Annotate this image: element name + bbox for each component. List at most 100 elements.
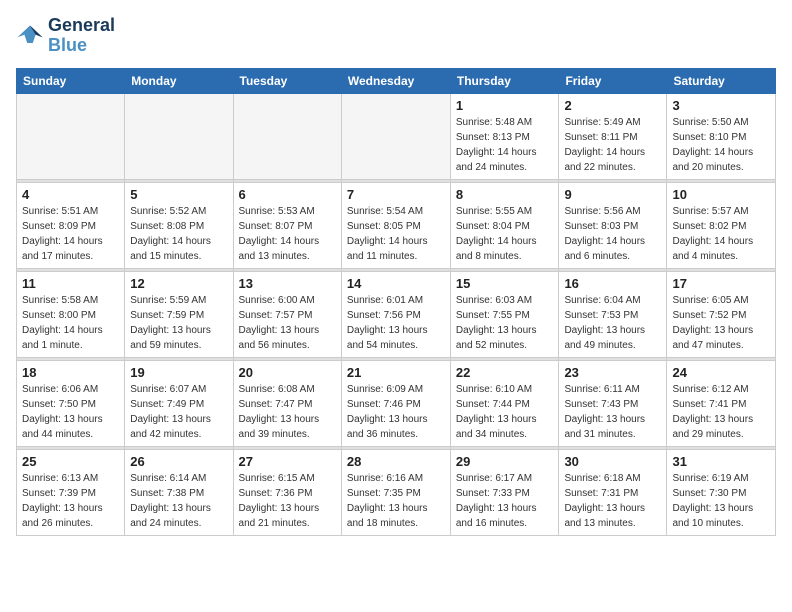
- day-number: 23: [564, 365, 661, 380]
- day-number: 29: [456, 454, 554, 469]
- day-number: 7: [347, 187, 445, 202]
- day-number: 31: [672, 454, 770, 469]
- day-info: Sunrise: 6:17 AM Sunset: 7:33 PM Dayligh…: [456, 471, 554, 531]
- calendar-day-cell: 6 Sunrise: 5:53 AM Sunset: 8:07 PM Dayli…: [233, 182, 341, 268]
- logo: General Blue: [16, 16, 115, 56]
- day-number: 30: [564, 454, 661, 469]
- day-info: Sunrise: 5:59 AM Sunset: 7:59 PM Dayligh…: [130, 293, 227, 353]
- calendar-day-cell: 13 Sunrise: 6:00 AM Sunset: 7:57 PM Dayl…: [233, 271, 341, 357]
- day-number: 22: [456, 365, 554, 380]
- day-info: Sunrise: 6:11 AM Sunset: 7:43 PM Dayligh…: [564, 382, 661, 442]
- weekday-header-friday: Friday: [559, 68, 667, 93]
- day-info: Sunrise: 5:50 AM Sunset: 8:10 PM Dayligh…: [672, 115, 770, 175]
- weekday-header-thursday: Thursday: [450, 68, 559, 93]
- calendar-day-cell: 17 Sunrise: 6:05 AM Sunset: 7:52 PM Dayl…: [667, 271, 776, 357]
- calendar-day-cell: 22 Sunrise: 6:10 AM Sunset: 7:44 PM Dayl…: [450, 360, 559, 446]
- calendar-day-cell: 20 Sunrise: 6:08 AM Sunset: 7:47 PM Dayl…: [233, 360, 341, 446]
- calendar-day-cell: 29 Sunrise: 6:17 AM Sunset: 7:33 PM Dayl…: [450, 449, 559, 535]
- day-number: 5: [130, 187, 227, 202]
- calendar-week-1: 1 Sunrise: 5:48 AM Sunset: 8:13 PM Dayli…: [17, 93, 776, 179]
- calendar-week-3: 11 Sunrise: 5:58 AM Sunset: 8:00 PM Dayl…: [17, 271, 776, 357]
- day-number: 17: [672, 276, 770, 291]
- calendar-day-cell: [125, 93, 233, 179]
- calendar-day-cell: [17, 93, 125, 179]
- day-info: Sunrise: 6:04 AM Sunset: 7:53 PM Dayligh…: [564, 293, 661, 353]
- calendar-day-cell: 14 Sunrise: 6:01 AM Sunset: 7:56 PM Dayl…: [341, 271, 450, 357]
- day-number: 11: [22, 276, 119, 291]
- calendar-day-cell: [341, 93, 450, 179]
- day-info: Sunrise: 6:03 AM Sunset: 7:55 PM Dayligh…: [456, 293, 554, 353]
- day-number: 1: [456, 98, 554, 113]
- logo-text: General Blue: [48, 16, 115, 56]
- calendar-day-cell: 10 Sunrise: 5:57 AM Sunset: 8:02 PM Dayl…: [667, 182, 776, 268]
- calendar-day-cell: 11 Sunrise: 5:58 AM Sunset: 8:00 PM Dayl…: [17, 271, 125, 357]
- calendar-day-cell: [233, 93, 341, 179]
- calendar-week-2: 4 Sunrise: 5:51 AM Sunset: 8:09 PM Dayli…: [17, 182, 776, 268]
- weekday-header-saturday: Saturday: [667, 68, 776, 93]
- calendar-day-cell: 7 Sunrise: 5:54 AM Sunset: 8:05 PM Dayli…: [341, 182, 450, 268]
- calendar-day-cell: 23 Sunrise: 6:11 AM Sunset: 7:43 PM Dayl…: [559, 360, 667, 446]
- calendar-day-cell: 8 Sunrise: 5:55 AM Sunset: 8:04 PM Dayli…: [450, 182, 559, 268]
- day-info: Sunrise: 5:58 AM Sunset: 8:00 PM Dayligh…: [22, 293, 119, 353]
- day-info: Sunrise: 5:52 AM Sunset: 8:08 PM Dayligh…: [130, 204, 227, 264]
- day-number: 24: [672, 365, 770, 380]
- calendar-day-cell: 9 Sunrise: 5:56 AM Sunset: 8:03 PM Dayli…: [559, 182, 667, 268]
- weekday-header-tuesday: Tuesday: [233, 68, 341, 93]
- calendar-day-cell: 12 Sunrise: 5:59 AM Sunset: 7:59 PM Dayl…: [125, 271, 233, 357]
- day-info: Sunrise: 6:12 AM Sunset: 7:41 PM Dayligh…: [672, 382, 770, 442]
- day-info: Sunrise: 6:18 AM Sunset: 7:31 PM Dayligh…: [564, 471, 661, 531]
- day-number: 21: [347, 365, 445, 380]
- calendar-day-cell: 2 Sunrise: 5:49 AM Sunset: 8:11 PM Dayli…: [559, 93, 667, 179]
- day-info: Sunrise: 6:06 AM Sunset: 7:50 PM Dayligh…: [22, 382, 119, 442]
- day-info: Sunrise: 6:09 AM Sunset: 7:46 PM Dayligh…: [347, 382, 445, 442]
- day-info: Sunrise: 5:49 AM Sunset: 8:11 PM Dayligh…: [564, 115, 661, 175]
- day-number: 18: [22, 365, 119, 380]
- calendar-day-cell: 31 Sunrise: 6:19 AM Sunset: 7:30 PM Dayl…: [667, 449, 776, 535]
- day-info: Sunrise: 6:08 AM Sunset: 7:47 PM Dayligh…: [239, 382, 336, 442]
- day-info: Sunrise: 5:51 AM Sunset: 8:09 PM Dayligh…: [22, 204, 119, 264]
- day-number: 6: [239, 187, 336, 202]
- day-number: 9: [564, 187, 661, 202]
- day-info: Sunrise: 5:53 AM Sunset: 8:07 PM Dayligh…: [239, 204, 336, 264]
- day-info: Sunrise: 6:19 AM Sunset: 7:30 PM Dayligh…: [672, 471, 770, 531]
- weekday-header-sunday: Sunday: [17, 68, 125, 93]
- day-info: Sunrise: 5:57 AM Sunset: 8:02 PM Dayligh…: [672, 204, 770, 264]
- calendar-table: SundayMondayTuesdayWednesdayThursdayFrid…: [16, 68, 776, 536]
- calendar-day-cell: 26 Sunrise: 6:14 AM Sunset: 7:38 PM Dayl…: [125, 449, 233, 535]
- day-number: 10: [672, 187, 770, 202]
- calendar-day-cell: 15 Sunrise: 6:03 AM Sunset: 7:55 PM Dayl…: [450, 271, 559, 357]
- day-number: 16: [564, 276, 661, 291]
- day-info: Sunrise: 5:54 AM Sunset: 8:05 PM Dayligh…: [347, 204, 445, 264]
- calendar-day-cell: 21 Sunrise: 6:09 AM Sunset: 7:46 PM Dayl…: [341, 360, 450, 446]
- calendar-day-cell: 3 Sunrise: 5:50 AM Sunset: 8:10 PM Dayli…: [667, 93, 776, 179]
- day-number: 27: [239, 454, 336, 469]
- calendar-week-4: 18 Sunrise: 6:06 AM Sunset: 7:50 PM Dayl…: [17, 360, 776, 446]
- calendar-day-cell: 24 Sunrise: 6:12 AM Sunset: 7:41 PM Dayl…: [667, 360, 776, 446]
- day-info: Sunrise: 6:00 AM Sunset: 7:57 PM Dayligh…: [239, 293, 336, 353]
- day-info: Sunrise: 6:01 AM Sunset: 7:56 PM Dayligh…: [347, 293, 445, 353]
- day-info: Sunrise: 5:56 AM Sunset: 8:03 PM Dayligh…: [564, 204, 661, 264]
- day-number: 13: [239, 276, 336, 291]
- day-number: 2: [564, 98, 661, 113]
- day-info: Sunrise: 6:14 AM Sunset: 7:38 PM Dayligh…: [130, 471, 227, 531]
- calendar-day-cell: 18 Sunrise: 6:06 AM Sunset: 7:50 PM Dayl…: [17, 360, 125, 446]
- day-number: 25: [22, 454, 119, 469]
- calendar-day-cell: 16 Sunrise: 6:04 AM Sunset: 7:53 PM Dayl…: [559, 271, 667, 357]
- day-number: 20: [239, 365, 336, 380]
- calendar-day-cell: 19 Sunrise: 6:07 AM Sunset: 7:49 PM Dayl…: [125, 360, 233, 446]
- calendar-week-5: 25 Sunrise: 6:13 AM Sunset: 7:39 PM Dayl…: [17, 449, 776, 535]
- day-info: Sunrise: 6:16 AM Sunset: 7:35 PM Dayligh…: [347, 471, 445, 531]
- calendar-day-cell: 1 Sunrise: 5:48 AM Sunset: 8:13 PM Dayli…: [450, 93, 559, 179]
- day-number: 19: [130, 365, 227, 380]
- day-info: Sunrise: 6:15 AM Sunset: 7:36 PM Dayligh…: [239, 471, 336, 531]
- day-number: 28: [347, 454, 445, 469]
- weekday-header-monday: Monday: [125, 68, 233, 93]
- page-header: General Blue: [16, 16, 776, 56]
- calendar-day-cell: 28 Sunrise: 6:16 AM Sunset: 7:35 PM Dayl…: [341, 449, 450, 535]
- calendar-day-cell: 27 Sunrise: 6:15 AM Sunset: 7:36 PM Dayl…: [233, 449, 341, 535]
- day-number: 12: [130, 276, 227, 291]
- day-number: 14: [347, 276, 445, 291]
- day-number: 4: [22, 187, 119, 202]
- day-info: Sunrise: 5:48 AM Sunset: 8:13 PM Dayligh…: [456, 115, 554, 175]
- calendar-day-cell: 4 Sunrise: 5:51 AM Sunset: 8:09 PM Dayli…: [17, 182, 125, 268]
